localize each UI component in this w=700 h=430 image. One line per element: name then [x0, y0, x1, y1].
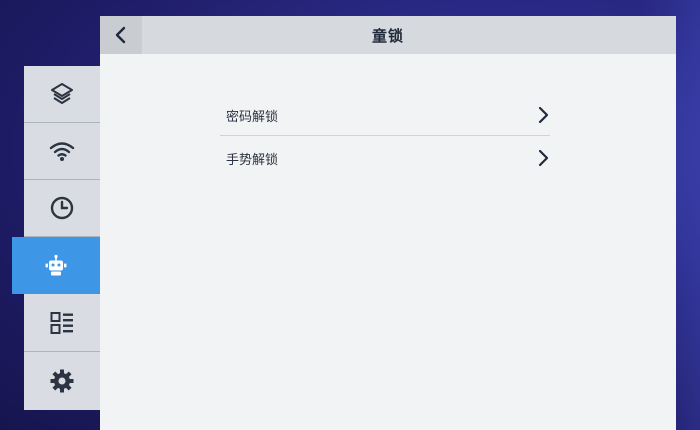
- back-button[interactable]: [100, 16, 142, 54]
- option-label: 手势解锁: [226, 152, 279, 168]
- robot-icon: [45, 254, 67, 275]
- header: 童锁: [100, 16, 676, 54]
- sidebar-item-clock[interactable]: [24, 180, 100, 237]
- gesture-unlock-option[interactable]: 手势解锁: [220, 137, 550, 179]
- main-panel: 童锁 密码解锁 手势解锁: [100, 16, 676, 430]
- password-unlock-option[interactable]: 密码解锁: [220, 94, 550, 136]
- option-label: 密码解锁: [226, 109, 279, 125]
- sidebar-item-robot[interactable]: [12, 237, 100, 294]
- sidebar: [12, 66, 100, 410]
- layers-icon: [51, 83, 73, 104]
- grid-list-icon: [50, 312, 73, 334]
- divider: [220, 135, 550, 136]
- sidebar-item-grid-list[interactable]: [24, 295, 100, 352]
- sidebar-item-gear[interactable]: [24, 352, 100, 409]
- chevron-left-icon: [115, 26, 126, 44]
- page-title: 童锁: [371, 26, 404, 45]
- sidebar-item-layers[interactable]: [24, 66, 100, 123]
- clock-icon: [50, 196, 74, 220]
- gear-icon: [50, 369, 74, 392]
- chevron-right-icon: [538, 106, 549, 124]
- chevron-right-icon: [538, 149, 549, 167]
- wifi-icon: [49, 142, 75, 161]
- sidebar-item-wifi[interactable]: [24, 123, 100, 180]
